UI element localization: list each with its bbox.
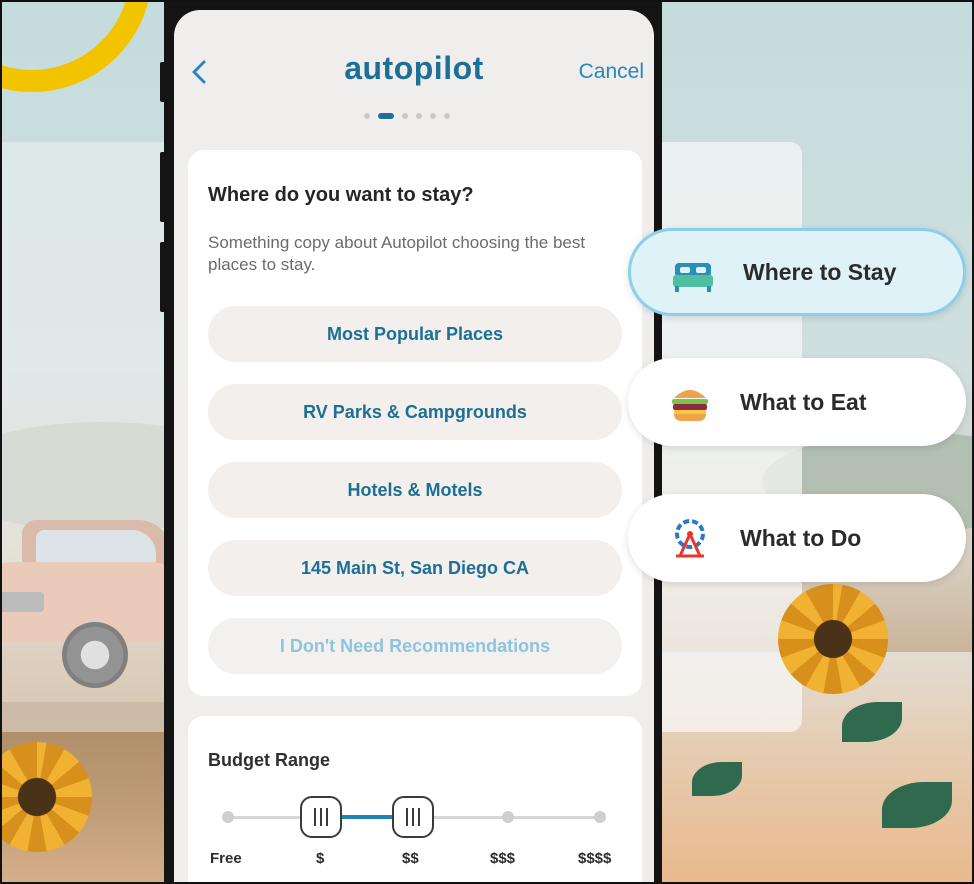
slider-tick xyxy=(594,811,606,823)
step-indicator xyxy=(364,112,450,120)
budget-label-3: $$$ xyxy=(490,850,516,867)
category-where-to-stay[interactable]: Where to Stay xyxy=(628,228,966,316)
ferris-wheel-icon xyxy=(675,519,705,558)
step-dot xyxy=(402,113,408,119)
sunflower-decoration xyxy=(778,584,888,694)
budget-label-1: $ xyxy=(316,850,325,867)
budget-label-4: $$$$ xyxy=(578,850,612,867)
bed-icon xyxy=(673,263,713,292)
option-hotels[interactable]: Hotels & Motels xyxy=(208,462,622,518)
step-dot xyxy=(444,113,450,119)
budget-title: Budget Range xyxy=(208,750,331,770)
category-label: Where to Stay xyxy=(743,258,897,285)
cancel-button[interactable]: Cancel xyxy=(579,60,644,84)
sun-decoration xyxy=(2,2,152,92)
option-address[interactable]: 145 Main St, San Diego CA xyxy=(208,540,622,596)
left-overlay-panel xyxy=(2,142,172,732)
option-most-popular[interactable]: Most Popular Places xyxy=(208,306,622,362)
step-dot xyxy=(430,113,436,119)
category-label: What to Do xyxy=(740,524,862,551)
screenshot-frame: autopilot Cancel Where do you want to st… xyxy=(0,0,974,884)
step-dot xyxy=(416,113,422,119)
budget-label-2: $$ xyxy=(402,850,419,867)
budget-label-free: Free xyxy=(210,850,242,867)
slider-tick xyxy=(502,811,514,823)
burger-icon xyxy=(672,390,708,421)
stay-options-card: Where do you want to stay? Something cop… xyxy=(188,150,642,696)
category-what-to-do[interactable]: What to Do xyxy=(628,494,966,582)
option-no-recommendations[interactable]: I Don't Need Recommendations xyxy=(208,618,622,674)
category-what-to-eat[interactable]: What to Eat xyxy=(628,358,966,446)
budget-min-handle[interactable] xyxy=(300,796,342,838)
phone-screen: autopilot Cancel Where do you want to st… xyxy=(174,10,654,882)
budget-range-card: Budget Range Free $ $$ $$$ $$$$ xyxy=(188,716,642,882)
slider-tick xyxy=(222,811,234,823)
option-rv-parks[interactable]: RV Parks & Campgrounds xyxy=(208,384,622,440)
budget-max-handle[interactable] xyxy=(392,796,434,838)
card-title: Where do you want to stay? xyxy=(208,184,474,206)
card-description: Something copy about Autopilot choosing … xyxy=(208,233,586,274)
step-dot xyxy=(364,113,370,119)
top-bar: autopilot Cancel xyxy=(174,10,654,140)
step-dot-active xyxy=(378,113,394,119)
category-label: What to Eat xyxy=(740,388,867,415)
